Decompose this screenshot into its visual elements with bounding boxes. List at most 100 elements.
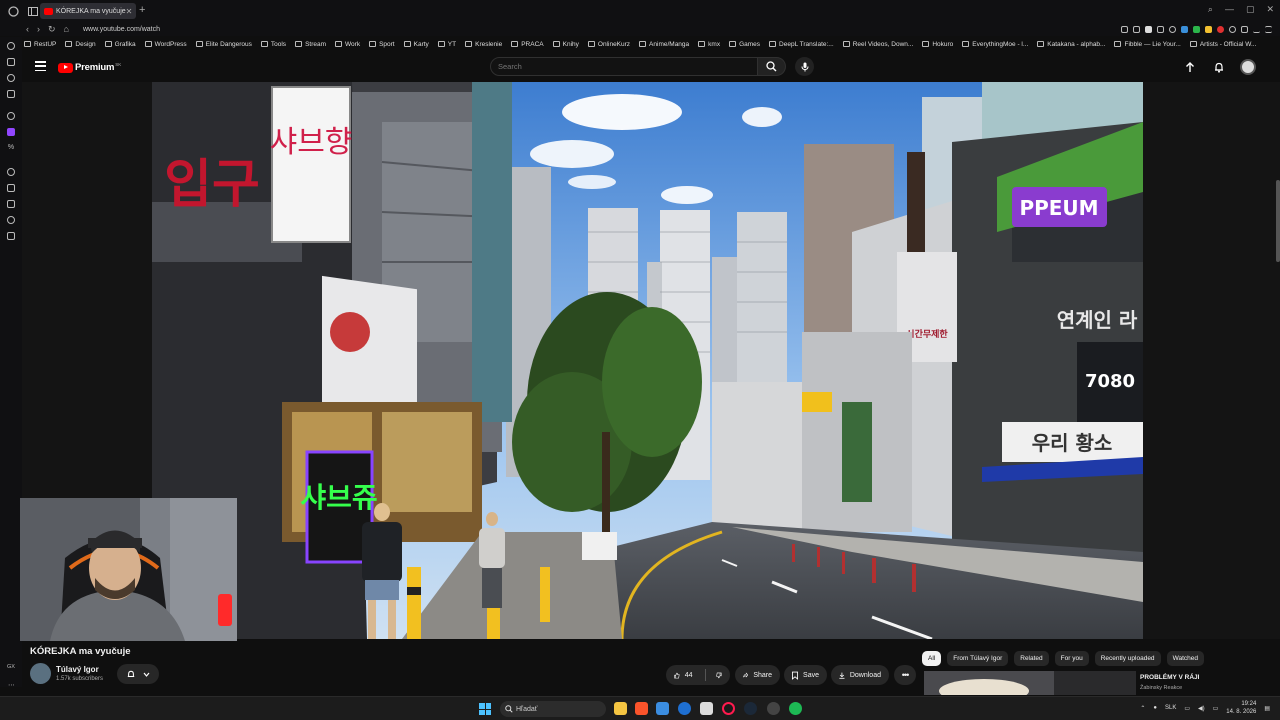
extension-circle-icon[interactable] [1229, 25, 1236, 33]
more-actions-button[interactable]: ••• [894, 665, 916, 685]
bookmark-item[interactable]: Knihy [552, 41, 579, 48]
extension-green-icon[interactable] [1193, 25, 1200, 33]
bookmark-item[interactable]: Anime/Manga [639, 41, 689, 48]
language-indicator[interactable]: SLK [1165, 705, 1176, 711]
back-icon[interactable]: ‹ [26, 24, 29, 34]
puzzle-icon[interactable] [1241, 25, 1248, 33]
channel-name[interactable]: Túlavý Igor [56, 665, 99, 674]
recommendation-thumbnail[interactable] [924, 671, 1136, 695]
monitor-icon[interactable]: ▭ [1184, 705, 1190, 712]
bookmark-item[interactable]: OnlineKurz [587, 41, 630, 48]
filter-chip[interactable]: For you [1054, 651, 1089, 666]
home-icon[interactable]: ⌂ [64, 24, 69, 34]
account-avatar[interactable] [1240, 59, 1256, 75]
microphone-icon[interactable]: ● [1153, 705, 1157, 711]
bookmark-item[interactable]: Hokuro [922, 41, 953, 48]
steam-icon[interactable] [744, 702, 757, 715]
bookmark-item[interactable]: PRACA [511, 41, 544, 48]
sidebar-messenger-icon[interactable] [7, 90, 15, 98]
sidebar-twitch-icon[interactable] [7, 128, 15, 136]
close-window-icon[interactable]: ✕ [1266, 4, 1274, 15]
tab-sidebar-icon[interactable] [26, 4, 40, 18]
bookmark-item[interactable]: Artists - Official W... [1189, 41, 1256, 48]
davinci-icon[interactable] [767, 702, 780, 715]
calculator-icon[interactable] [700, 702, 713, 715]
download-button[interactable]: Download [831, 665, 889, 685]
bookmark-item[interactable]: Kreslenie [465, 41, 502, 48]
menu-icon[interactable] [1265, 25, 1272, 33]
bookmark-item[interactable]: Elite Dangerous [195, 41, 252, 48]
minimize-icon[interactable]: — [1225, 4, 1234, 15]
thumbs-up-icon[interactable] [674, 671, 680, 680]
bookmark-item[interactable]: Katakana - alphab... [1037, 41, 1105, 48]
bookmark-item[interactable]: Design [65, 41, 96, 48]
bookmark-item[interactable]: Fibble — Lie Your... [1114, 41, 1181, 48]
share-button[interactable]: Share [735, 665, 780, 685]
hamburger-menu-icon[interactable] [35, 61, 46, 71]
bookmark-item[interactable]: YT [437, 41, 456, 48]
opera-gx-icon[interactable] [722, 702, 735, 715]
voice-search-button[interactable] [795, 57, 814, 76]
battery-icon[interactable]: ▭ [1213, 705, 1219, 712]
bookmark-item[interactable]: Sport [369, 41, 395, 48]
search-tabs-icon[interactable]: ⌕ [1208, 4, 1213, 15]
taskbar-search[interactable]: Hľadať [500, 701, 606, 717]
brave-browser-icon[interactable] [635, 702, 648, 715]
extension-yellow-icon[interactable] [1205, 25, 1212, 33]
upload-button[interactable] [1182, 60, 1197, 75]
spotify-icon[interactable] [789, 702, 802, 715]
thumbs-down-icon[interactable] [716, 671, 722, 680]
tab-youtube[interactable]: KÓREJKA ma vyučuje ✕ [40, 3, 136, 19]
recommendation-title[interactable]: PROBLÉMY V RÁJI [1140, 674, 1199, 681]
sidebar-chat-icon[interactable] [7, 58, 15, 66]
sidebar-grid-icon[interactable] [7, 232, 15, 240]
clock[interactable]: 19:24 14. 8. 2026 [1226, 700, 1256, 716]
notification-icon[interactable]: ▤ [1264, 705, 1270, 712]
shield-icon[interactable] [1145, 25, 1152, 33]
filter-chip[interactable]: All [922, 651, 942, 666]
like-count[interactable]: 44 [685, 672, 693, 679]
youtube-logo[interactable]: Premium SK [58, 62, 121, 73]
bookmark-icon[interactable] [1121, 25, 1128, 33]
windows-start-icon[interactable] [479, 703, 491, 715]
heart-icon[interactable] [1169, 25, 1176, 33]
bookmark-item[interactable]: Work [335, 41, 360, 48]
search-input[interactable] [498, 62, 738, 71]
extension-lines-icon[interactable] [1181, 25, 1188, 33]
notifications-button[interactable] [1211, 60, 1226, 75]
reload-icon[interactable]: ↻ [48, 24, 56, 35]
filter-chip[interactable]: Recently uploaded [1094, 651, 1161, 666]
save-button[interactable]: Save [784, 665, 827, 685]
url-field[interactable]: www.youtube.com/watch [83, 26, 160, 33]
filter-chip[interactable]: From Túlavý Igor [947, 651, 1009, 666]
maximize-icon[interactable]: ▢ [1246, 4, 1255, 15]
filter-chip[interactable]: Watched [1166, 651, 1204, 666]
sidebar-percent-icon[interactable]: % [7, 144, 15, 152]
bookmark-item[interactable]: Grafika [104, 41, 136, 48]
recommendation-channel[interactable]: Žabinsky Reakce [1140, 685, 1182, 691]
bookmark-item[interactable]: WordPress [144, 41, 187, 48]
bookmark-item[interactable]: EverythingMoe - l... [962, 41, 1028, 48]
bookmark-item[interactable]: Games [729, 41, 760, 48]
bookmark-item[interactable]: Tools [260, 41, 286, 48]
bookmark-item[interactable]: Karty [403, 41, 429, 48]
screenshot-icon[interactable] [1133, 25, 1140, 33]
bookmark-item[interactable]: Stream [295, 41, 326, 48]
scrollbar-thumb[interactable] [1276, 180, 1280, 262]
close-icon[interactable]: ✕ [126, 7, 133, 16]
browser-logo-icon[interactable] [6, 4, 20, 18]
chevron-up-icon[interactable]: ⌃ [1140, 705, 1145, 712]
sidebar-settings-icon[interactable] [7, 112, 15, 120]
sidebar-clock-icon[interactable] [7, 168, 15, 176]
sidebar-send-icon[interactable] [7, 184, 15, 192]
forward-icon[interactable]: › [37, 24, 40, 34]
file-explorer-icon[interactable] [614, 702, 627, 715]
sidebar-gx-icon[interactable]: GX [7, 664, 15, 670]
bookmark-item[interactable]: DeepL Translate:... [769, 41, 834, 48]
new-tab-icon[interactable]: + [139, 4, 145, 16]
paint-icon[interactable] [656, 702, 669, 715]
speaker-icon[interactable]: ◀) [1198, 705, 1205, 712]
sidebar-more-icon[interactable]: ⋯ [8, 681, 15, 689]
download-icon[interactable] [1253, 26, 1260, 33]
video-frame[interactable]: 샤브향 입구 샤브쥬 PPEUM 7080 연계인 라 우리 황소 시간무제한 [152, 82, 1143, 639]
